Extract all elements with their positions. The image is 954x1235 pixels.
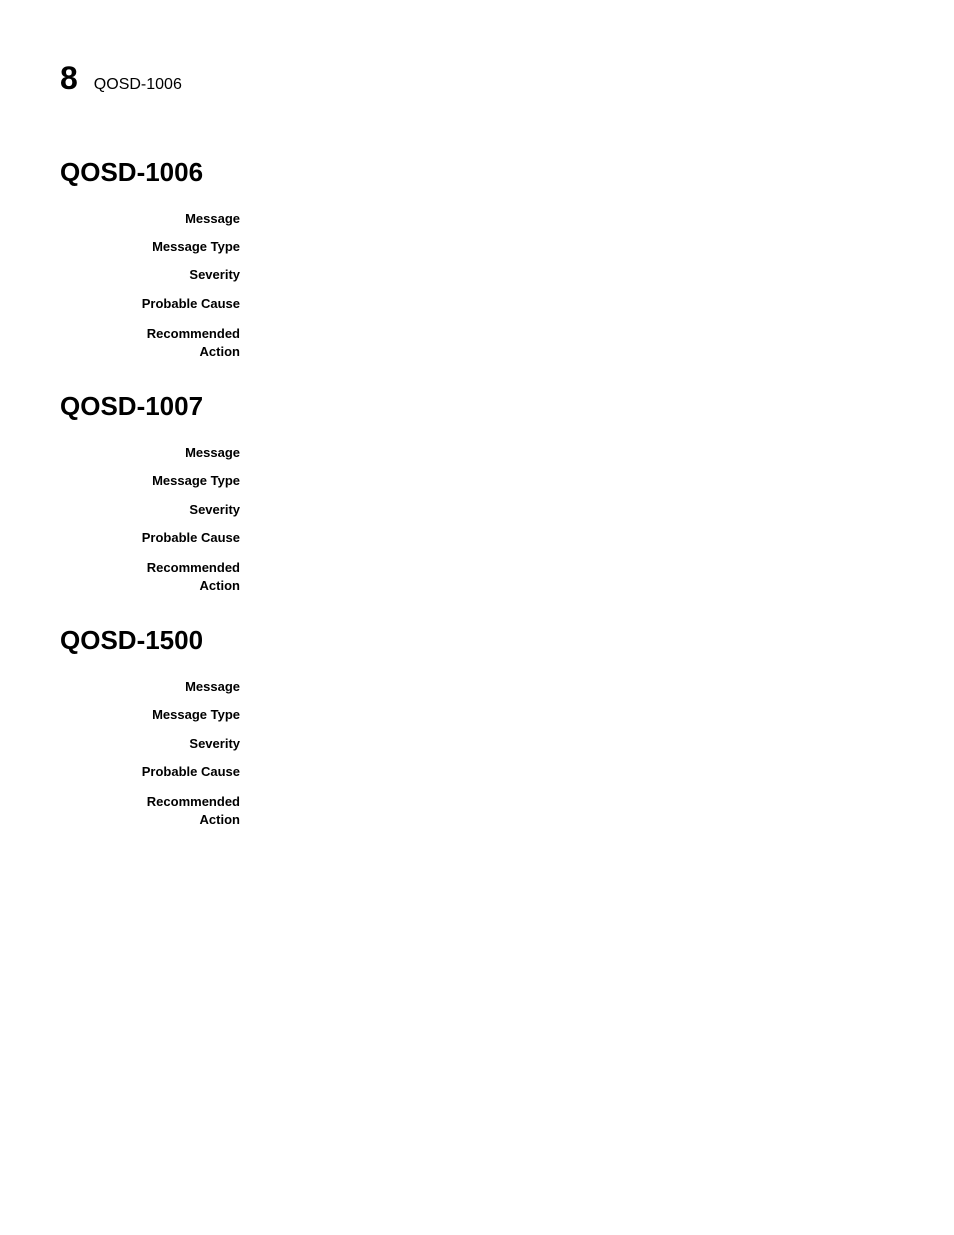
label-severity-1007: Severity bbox=[60, 499, 260, 519]
field-row-recommended-action-1006: Recommended Action bbox=[60, 323, 894, 361]
label-message-type-1006: Message Type bbox=[60, 236, 260, 256]
label-recommended-action-1006: Recommended Action bbox=[60, 323, 260, 361]
entry-qosd-1500: QOSD-1500 Message Message Type Severity … bbox=[60, 625, 894, 829]
label-message-type-1007: Message Type bbox=[60, 470, 260, 490]
label-probable-cause-1006: Probable Cause bbox=[60, 293, 260, 313]
field-row-probable-cause-1500: Probable Cause bbox=[60, 761, 894, 781]
value-severity-1500 bbox=[260, 733, 894, 753]
value-severity-1006 bbox=[260, 264, 894, 284]
field-row-recommended-action-1007: Recommended Action bbox=[60, 557, 894, 595]
entry-qosd-1006: QOSD-1006 Message Message Type Severity … bbox=[60, 157, 894, 361]
field-row-message-1006: Message bbox=[60, 208, 894, 228]
label-severity-1500: Severity bbox=[60, 733, 260, 753]
value-message-type-1007 bbox=[260, 470, 894, 490]
label-recommended-action-1007: Recommended Action bbox=[60, 557, 260, 595]
label-message-type-1500: Message Type bbox=[60, 704, 260, 724]
field-row-severity-1007: Severity bbox=[60, 499, 894, 519]
value-probable-cause-1500 bbox=[260, 761, 894, 781]
field-row-message-1007: Message bbox=[60, 442, 894, 462]
value-message-type-1500 bbox=[260, 704, 894, 724]
label-message-1006: Message bbox=[60, 208, 260, 228]
entry-qosd-1007: QOSD-1007 Message Message Type Severity … bbox=[60, 391, 894, 595]
field-row-severity-1006: Severity bbox=[60, 264, 894, 284]
value-recommended-action-1006 bbox=[260, 323, 894, 361]
field-row-message-type-1500: Message Type bbox=[60, 704, 894, 724]
label-message-1500: Message bbox=[60, 676, 260, 696]
field-row-message-type-1007: Message Type bbox=[60, 470, 894, 490]
page-number: 8 bbox=[60, 60, 78, 97]
value-message-type-1006 bbox=[260, 236, 894, 256]
value-recommended-action-1007 bbox=[260, 557, 894, 595]
field-row-probable-cause-1006: Probable Cause bbox=[60, 293, 894, 313]
value-message-1500 bbox=[260, 676, 894, 696]
value-message-1006 bbox=[260, 208, 894, 228]
value-probable-cause-1006 bbox=[260, 293, 894, 313]
label-severity-1006: Severity bbox=[60, 264, 260, 284]
page-header: 8 QOSD-1006 bbox=[0, 40, 954, 127]
label-probable-cause-1007: Probable Cause bbox=[60, 527, 260, 547]
field-row-recommended-action-1500: Recommended Action bbox=[60, 791, 894, 829]
value-message-1007 bbox=[260, 442, 894, 462]
value-recommended-action-1500 bbox=[260, 791, 894, 829]
main-content: QOSD-1006 Message Message Type Severity … bbox=[0, 127, 954, 879]
entry-title-qosd-1006: QOSD-1006 bbox=[60, 157, 894, 188]
value-severity-1007 bbox=[260, 499, 894, 519]
page-title: QOSD-1006 bbox=[94, 76, 182, 94]
field-row-message-1500: Message bbox=[60, 676, 894, 696]
field-row-message-type-1006: Message Type bbox=[60, 236, 894, 256]
field-row-severity-1500: Severity bbox=[60, 733, 894, 753]
entry-title-qosd-1500: QOSD-1500 bbox=[60, 625, 894, 656]
field-row-probable-cause-1007: Probable Cause bbox=[60, 527, 894, 547]
label-recommended-action-1500: Recommended Action bbox=[60, 791, 260, 829]
entry-title-qosd-1007: QOSD-1007 bbox=[60, 391, 894, 422]
value-probable-cause-1007 bbox=[260, 527, 894, 547]
label-message-1007: Message bbox=[60, 442, 260, 462]
label-probable-cause-1500: Probable Cause bbox=[60, 761, 260, 781]
